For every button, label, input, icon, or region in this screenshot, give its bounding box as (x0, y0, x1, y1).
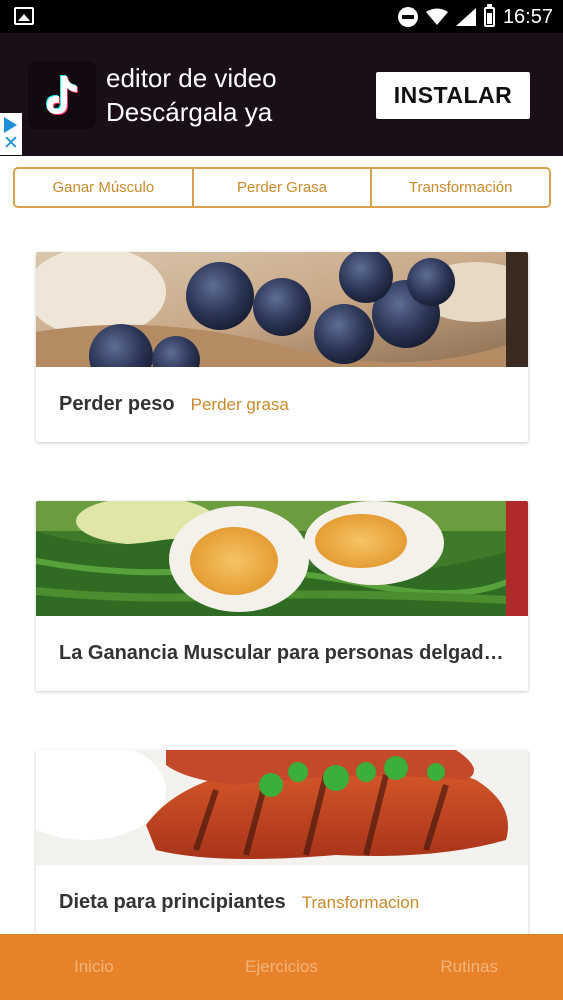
card-tag[interactable]: Transformacion (302, 893, 419, 913)
ad-subtitle[interactable]: Descárgala ya (106, 95, 272, 129)
tab-perder-grasa[interactable]: Perder Grasa (191, 169, 371, 206)
tab-ganar-musculo[interactable]: Ganar Músculo (15, 169, 192, 206)
ad-close-icon[interactable]: ✕ (3, 134, 19, 153)
card-image-chicken[interactable] (36, 750, 528, 865)
status-icons: 16:57 (397, 4, 553, 29)
nav-ejercicios[interactable]: Ejercicios (188, 934, 376, 1000)
install-button[interactable]: INSTALAR (376, 72, 530, 119)
adchoices-icon[interactable]: ✕ (0, 113, 22, 155)
article-card[interactable]: Dieta para principiantes Transformacion (36, 750, 528, 940)
picture-icon (14, 7, 34, 25)
card-image-blueberries[interactable] (36, 252, 528, 367)
article-card[interactable]: Perder peso Perder grasa (36, 252, 528, 442)
card-title[interactable]: Dieta para principiantes (59, 891, 286, 914)
card-image-eggs[interactable] (36, 501, 528, 616)
ad-title[interactable]: editor de video (106, 61, 277, 95)
card-footer[interactable]: Dieta para principiantes Transformacion (36, 865, 528, 940)
card-title[interactable]: La Ganancia Muscular para personas delga… (59, 642, 505, 665)
card-footer[interactable]: Perder peso Perder grasa (36, 367, 528, 442)
wifi-icon (425, 8, 448, 25)
signal-icon (455, 8, 476, 26)
tiktok-logo-icon[interactable] (28, 61, 96, 129)
status-bar: 16:57 (0, 0, 563, 33)
article-card[interactable]: La Ganancia Muscular para personas delga… (36, 501, 528, 691)
category-tabs: Ganar Músculo Perder Grasa Transformació… (13, 167, 551, 208)
card-footer[interactable]: La Ganancia Muscular para personas delga… (36, 616, 528, 691)
battery-icon (483, 4, 495, 27)
tab-transformacion[interactable]: Transformación (370, 169, 549, 206)
card-tag[interactable]: Perder grasa (191, 395, 289, 415)
adchoices-play-icon[interactable] (4, 117, 17, 133)
ad-banner[interactable]: editor de video Descárgala ya INSTALAR ✕ (0, 33, 563, 156)
bottom-navigation: Inicio Ejercicios Rutinas (0, 934, 563, 1000)
nav-inicio[interactable]: Inicio (0, 934, 188, 1000)
clock: 16:57 (502, 5, 553, 28)
do-not-disturb-icon (397, 7, 418, 27)
nav-rutinas[interactable]: Rutinas (375, 934, 563, 1000)
card-title[interactable]: Perder peso (59, 393, 175, 416)
